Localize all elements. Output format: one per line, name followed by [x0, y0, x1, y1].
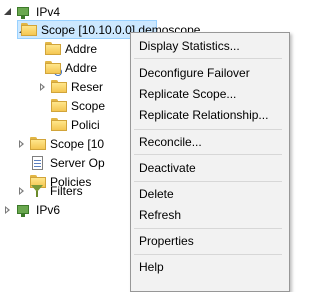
- menu-item-display-statistics[interactable]: Display Statistics...: [139, 37, 240, 55]
- options-document-icon: [30, 155, 46, 170]
- tree-node-address-leases[interactable]: Addre: [45, 58, 97, 77]
- folder-icon: [51, 117, 67, 132]
- tree-node-server-options[interactable]: Server Op: [30, 153, 105, 172]
- tree-node-label: Addre: [65, 60, 98, 75]
- folder-icon: [51, 79, 67, 94]
- tree-node-label: Scope: [71, 98, 106, 113]
- tree-node-label: Filters: [50, 183, 83, 198]
- menu-item-deactivate[interactable]: Deactivate: [139, 159, 196, 177]
- tree-node-label: Scope [10: [50, 136, 105, 151]
- collapse-arrow-icon[interactable]: [3, 205, 13, 215]
- tree-node-address-pool[interactable]: Addre: [45, 39, 97, 58]
- context-menu: Display Statistics... Deconfigure Failov…: [130, 32, 290, 292]
- menu-item-delete[interactable]: Delete: [139, 185, 174, 203]
- menu-item-deconfigure-failover[interactable]: Deconfigure Failover: [139, 64, 250, 82]
- tree-node-label: Addre: [65, 41, 98, 56]
- collapse-arrow-icon[interactable]: [17, 186, 27, 196]
- menu-item-refresh[interactable]: Refresh: [139, 206, 181, 224]
- menu-item-replicate-scope[interactable]: Replicate Scope...: [139, 85, 236, 103]
- menu-separator: [134, 228, 282, 229]
- tree-node-scope-other[interactable]: Scope [10: [17, 134, 104, 153]
- tree-node-policies-child[interactable]: Polici: [51, 115, 100, 134]
- menu-separator: [134, 129, 282, 130]
- tree-node-label: Polici: [71, 117, 100, 132]
- menu-separator: [134, 181, 282, 182]
- folder-icon: [21, 22, 37, 37]
- folder-clock-icon: [45, 60, 62, 76]
- tree-node-ipv6[interactable]: IPv6: [3, 200, 60, 219]
- menu-item-replicate-relationship[interactable]: Replicate Relationship...: [139, 106, 268, 124]
- clock-icon: [54, 67, 62, 76]
- tree-node-ipv4[interactable]: IPv4: [3, 2, 60, 21]
- menu-separator: [134, 58, 282, 59]
- tree-node-label: Server Op: [50, 155, 105, 170]
- menu-item-reconcile[interactable]: Reconcile...: [139, 133, 202, 151]
- menu-separator: [134, 154, 282, 155]
- expand-arrow-icon[interactable]: [3, 7, 13, 17]
- filter-icon: [30, 184, 46, 198]
- tree-node-label: Reser: [71, 79, 104, 94]
- tree-node-reservations[interactable]: Reser: [38, 77, 103, 96]
- tree-node-label: IPv6: [36, 202, 61, 217]
- menu-item-properties[interactable]: Properties: [139, 232, 194, 250]
- folder-icon: [51, 98, 67, 113]
- folder-icon: [30, 136, 46, 151]
- network-icon: [16, 203, 32, 217]
- menu-separator: [134, 254, 282, 255]
- collapse-arrow-icon[interactable]: [17, 139, 27, 149]
- tree-node-label: IPv4: [36, 4, 61, 19]
- folder-icon: [45, 41, 61, 56]
- tree-node-scope-options[interactable]: Scope: [51, 96, 105, 115]
- tree-node-filters[interactable]: Filters: [17, 181, 83, 200]
- collapse-arrow-icon[interactable]: [38, 82, 48, 92]
- menu-item-help[interactable]: Help: [139, 258, 164, 276]
- network-icon: [16, 5, 32, 19]
